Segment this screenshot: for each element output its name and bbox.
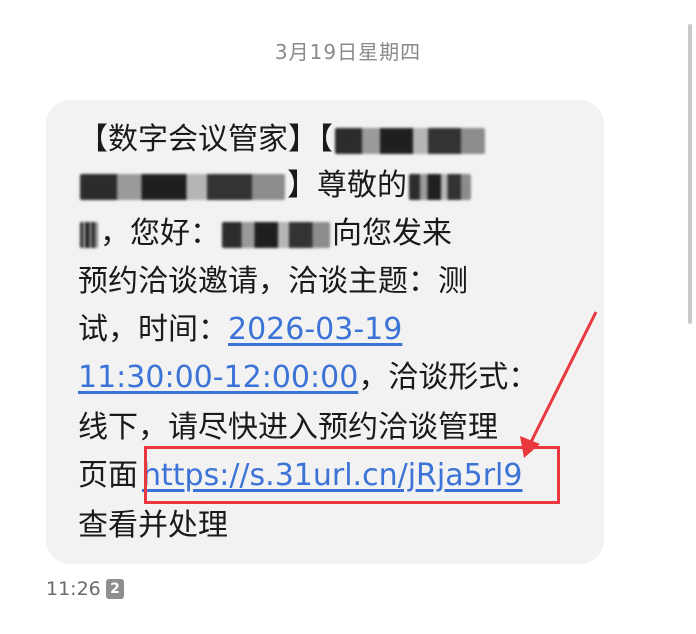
message-line-5: 试，时间：2026-03-19 <box>78 310 402 350</box>
redacted-text <box>80 173 285 200</box>
message-text: ，洽谈形式： <box>358 360 539 395</box>
message-text: 页面 <box>78 458 138 493</box>
date-link[interactable]: 2026-03-19 <box>228 312 402 347</box>
scrollbar[interactable] <box>688 24 692 324</box>
time-range-link[interactable]: 11:30:00-12:00:00 <box>78 360 358 395</box>
message-line-2: 】尊敬的 <box>78 166 473 206</box>
message-timestamp: 11:26 <box>46 578 101 600</box>
date-header: 3月19日星期四 <box>274 40 422 64</box>
message-line-6: 11:30:00-12:00:00，洽谈形式： <box>78 358 538 398</box>
message-line-1: 【数字会议管家】【 <box>78 120 487 160</box>
message-text: 】尊敬的 <box>287 168 407 203</box>
message-text: 【数字会议管家】【 <box>78 122 333 157</box>
redacted-text <box>222 221 330 248</box>
message-line-4: 预约洽谈邀请，洽谈主题：测 <box>78 264 468 299</box>
message-text: 试，时间： <box>78 312 228 347</box>
sim-card-badge: 2 <box>106 579 124 599</box>
message-text: ，您好： <box>100 216 220 251</box>
message-line-9: 查看并处理 <box>78 508 228 543</box>
message-line-3: ，您好： 向您发来 <box>78 214 452 254</box>
redacted-text <box>409 173 471 200</box>
redacted-text <box>335 127 485 154</box>
message-line-7: 线下，请尽快进入预约洽谈管理 <box>78 410 498 445</box>
highlight-annotation-box <box>144 446 560 504</box>
message-text: 向您发来 <box>332 216 452 251</box>
redacted-text <box>80 221 98 248</box>
